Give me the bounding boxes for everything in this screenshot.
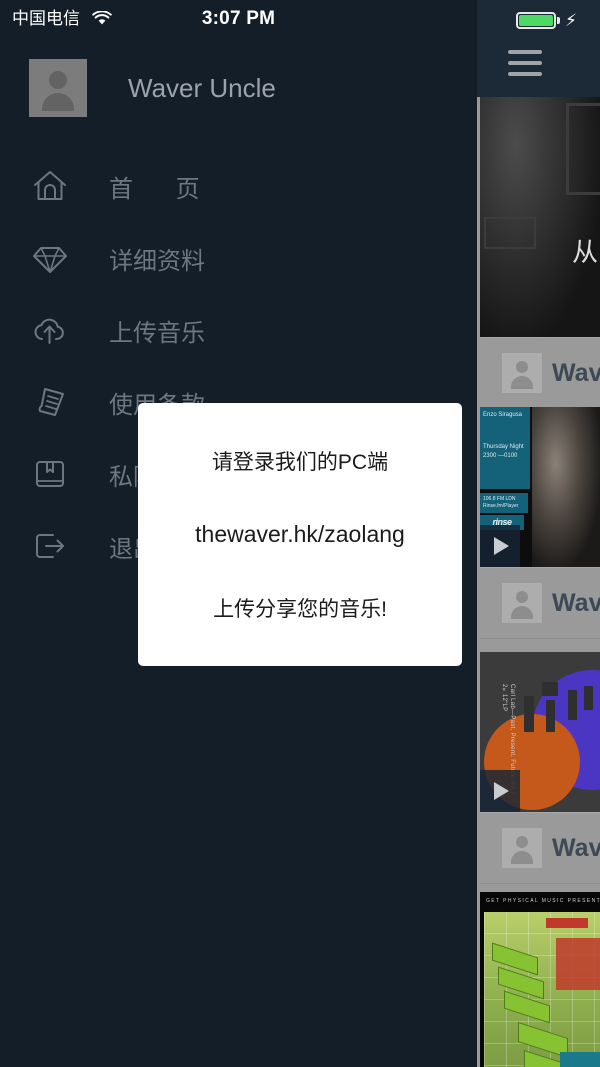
dialog-url: thewaver.hk/zaolang	[195, 521, 405, 547]
person-placeholder-icon	[29, 59, 87, 117]
avatar	[502, 583, 542, 623]
hamburger-bar	[508, 72, 542, 76]
rinse-time: 2300 —0100	[483, 453, 518, 459]
document-icon	[20, 385, 80, 419]
clock-label: 3:07 PM	[201, 8, 276, 29]
lightning-bolt-icon: ⚡	[565, 10, 577, 30]
dialog-line-1: 请登录我们的PC端	[211, 451, 389, 474]
profile-username: Waver Uncle	[128, 72, 276, 103]
diamond-icon	[20, 241, 80, 275]
artwork-scene	[484, 912, 600, 1067]
feed-card-artwork[interactable]: 从	[480, 97, 600, 337]
avatar	[502, 828, 542, 868]
book-icon	[20, 457, 80, 491]
login-prompt-dialog[interactable]: 请登录我们的PC端 thewaver.hk/zaolang 上传分享您的音乐!	[138, 403, 462, 666]
rinse-show: Thursday Night	[483, 444, 524, 450]
battery-full-icon	[516, 11, 556, 29]
artwork-title: GET PHYSICAL MUSIC PRESENTS THE	[486, 898, 600, 904]
card-overlay-text: 从	[571, 237, 598, 267]
mobile-screen: 从 Wav Enzo Siragusa Thursday Night 2300 …	[0, 0, 600, 1067]
rinse-artist: Enzo Siragusa	[483, 412, 523, 418]
sidebar-item-home[interactable]: 首 页	[0, 150, 477, 222]
rinse-info-panel: Enzo Siragusa Thursday Night 2300 —0100	[480, 407, 530, 489]
feed-username: Wav	[552, 358, 600, 387]
dialog-line-3: 上传分享您的音乐!	[213, 598, 387, 621]
rinse-station: 106.8 FM LDN Rinse.fm/Player	[480, 493, 528, 513]
feed-user-row[interactable]: Wav	[480, 812, 600, 884]
feed-username: Wav	[552, 588, 600, 617]
feed-username: Wav	[552, 833, 600, 862]
hamburger-menu-icon[interactable]	[508, 50, 542, 76]
battery-status: ⚡	[516, 11, 578, 29]
hamburger-bar	[508, 61, 542, 65]
home-icon	[20, 169, 80, 203]
hamburger-bar	[508, 50, 542, 54]
feed-card-artwork[interactable]: GET PHYSICAL MUSIC PRESENTS THE	[480, 892, 600, 1067]
artwork-portrait	[532, 407, 600, 567]
sidebar-item-label: 详细资料	[109, 247, 205, 275]
feed-user-row[interactable]: Wav	[480, 567, 600, 639]
cloud-upload-icon	[20, 313, 80, 347]
frame-decoration	[566, 103, 600, 195]
status-bar: 中国电信 3:07 PM	[0, 0, 477, 40]
sidebar-item-upload-music[interactable]: 上传音乐	[0, 294, 477, 366]
logout-icon	[20, 529, 80, 563]
avatar	[502, 353, 542, 393]
frame-decoration	[484, 217, 536, 249]
sidebar-item-profile-details[interactable]: 详细资料	[0, 222, 477, 294]
feed-card-artwork[interactable]: Carl Lab—Past, Present, Future Vol 2 2×1…	[480, 652, 600, 812]
feed-user-row[interactable]: Wav	[480, 337, 600, 409]
sidebar-item-label: 上传音乐	[109, 319, 205, 347]
play-icon[interactable]	[480, 770, 520, 812]
play-icon[interactable]	[480, 525, 520, 567]
feed-card-artwork[interactable]: Enzo Siragusa Thursday Night 2300 —0100 …	[480, 407, 600, 567]
drawer-profile-header[interactable]: Waver Uncle	[0, 55, 477, 121]
sidebar-item-label: 首 页	[109, 175, 218, 203]
